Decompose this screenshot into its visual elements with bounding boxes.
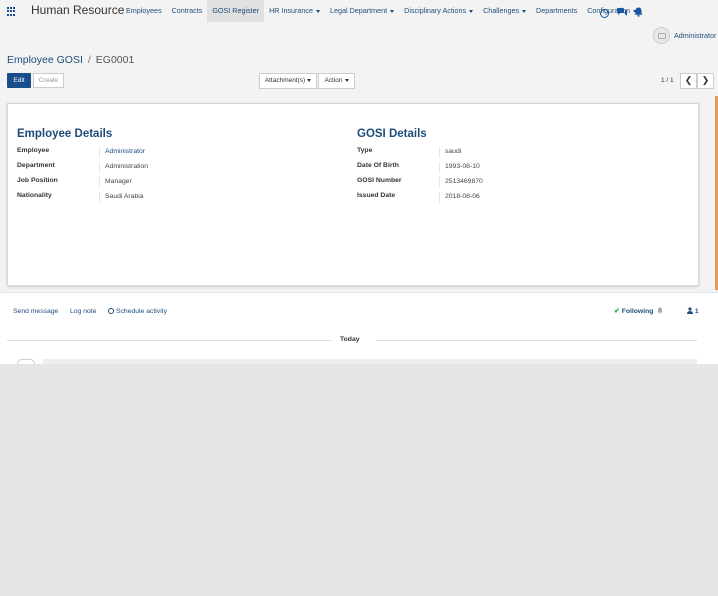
pager-previous-button[interactable]: ❮ [680, 73, 697, 89]
employee-details-title: Employee Details [17, 128, 113, 140]
gosi-details-title: GOSI Details [357, 128, 427, 140]
menu-item-contracts[interactable]: Contracts [167, 0, 208, 22]
breadcrumb-current: EG0001 [95, 54, 135, 66]
control-panel: Employee GOSI / EG0001 Edit Create [0, 48, 718, 97]
pager-value[interactable]: 1 / 1 [661, 77, 674, 84]
create-button[interactable]: Create [33, 73, 64, 88]
menu-item-legal-department[interactable]: Legal Department [325, 0, 399, 22]
menu-item-label: Disciplinary Actions [404, 6, 467, 15]
job-position-value: Manager [99, 177, 132, 188]
schedule-activity-label: Schedule activity [116, 308, 168, 315]
chatter: Send message Log note Schedule activity … [0, 293, 718, 364]
breadcrumb: Employee GOSI / EG0001 [7, 54, 134, 66]
menu-item-disciplinary-actions[interactable]: Disciplinary Actions [399, 0, 478, 22]
date-divider-left [7, 340, 332, 341]
systray [0, 22, 718, 48]
notification-bell-icon[interactable] [657, 307, 663, 316]
menu-item-gosi-register[interactable]: GOSI Register [207, 0, 265, 22]
employee-value[interactable]: Administrator [99, 147, 145, 158]
menu-item-label: HR Insurance [269, 6, 314, 15]
breadcrumb-separator: / [87, 54, 91, 66]
issued-date-label: Issued Date [357, 192, 396, 199]
app-title[interactable]: Human Resource [31, 3, 124, 17]
gosi-number-label: GOSI Number [357, 177, 402, 184]
chevron-right-icon: ❯ [701, 75, 710, 85]
user-avatar[interactable] [653, 27, 670, 44]
top-navbar: Human Resource Employees Contracts GOSI … [0, 0, 718, 23]
menu-item-label: Challenges [483, 6, 520, 15]
action-label: Action [324, 77, 343, 84]
attachments-label: Attachment(s) [264, 77, 306, 84]
menu-item-challenges[interactable]: Challenges [478, 0, 531, 22]
menu-item-label: Employees [126, 6, 162, 15]
action-button[interactable]: Action [318, 73, 355, 89]
type-value: saudi [439, 147, 461, 158]
following-label: Following [621, 308, 654, 315]
department-label: Department [17, 162, 55, 169]
job-position-label: Job Position [17, 177, 58, 184]
caret-down-icon [316, 9, 321, 13]
date-of-birth-value: 1993-08-10 [439, 162, 480, 173]
clock-icon[interactable] [600, 9, 609, 18]
department-value: Administration [99, 162, 148, 173]
date-divider-right [376, 340, 697, 341]
followers-count: 1 [694, 308, 699, 315]
message-item [43, 359, 697, 364]
schedule-activity-button[interactable]: Schedule activity [108, 308, 167, 315]
caret-down-icon [307, 78, 312, 82]
menu-item-employees[interactable]: Employees [121, 0, 167, 22]
main-menu: Employees Contracts GOSI Register HR Ins… [121, 0, 642, 22]
gosi-number-value: 2513469870 [439, 177, 483, 188]
caret-down-icon [344, 78, 349, 82]
menu-item-label: Legal Department [330, 6, 388, 15]
chat-icon[interactable] [617, 8, 627, 18]
attachments-button[interactable]: Attachment(s) [259, 73, 317, 89]
send-message-button[interactable]: Send message [13, 308, 58, 315]
caret-down-icon [390, 9, 395, 13]
check-icon: ✔ [614, 308, 620, 315]
chevron-left-icon: ❮ [684, 75, 693, 85]
following-button[interactable]: ✔ Following [614, 307, 653, 315]
menu-item-label: GOSI Register [212, 6, 260, 15]
user-menu-name[interactable]: Administrator [674, 31, 716, 40]
caret-down-icon [522, 9, 527, 13]
form-sheet: Employee Details Employee Administrator … [7, 103, 699, 286]
user-icon [687, 307, 693, 314]
menu-item-departments[interactable]: Departments [531, 0, 582, 22]
bell-icon[interactable] [634, 7, 643, 19]
type-label: Type [357, 147, 373, 154]
nationality-label: Nationality [17, 192, 52, 199]
followers-button[interactable]: 1 [687, 307, 699, 315]
menu-item-configuration[interactable]: Configuration [582, 0, 642, 22]
breadcrumb-parent-link[interactable]: Employee GOSI [7, 54, 83, 66]
edit-button[interactable]: Edit [7, 73, 31, 88]
employee-label: Employee [17, 147, 50, 154]
menu-item-hr-insurance[interactable]: HR Insurance [264, 0, 325, 22]
clock-icon [108, 308, 114, 315]
apps-menu-icon[interactable] [7, 7, 16, 16]
menu-item-label: Contracts [171, 6, 203, 15]
issued-date-value: 2018-08-06 [439, 192, 480, 203]
caret-down-icon [469, 9, 474, 13]
date-of-birth-label: Date Of Birth [357, 162, 399, 169]
log-note-button[interactable]: Log note [70, 308, 96, 315]
date-separator: Today [340, 336, 360, 343]
pager-next-button[interactable]: ❯ [697, 73, 714, 89]
menu-item-label: Departments [536, 6, 578, 15]
message-author-avatar [17, 359, 35, 364]
nationality-value: Saudi Arabia [99, 192, 144, 203]
